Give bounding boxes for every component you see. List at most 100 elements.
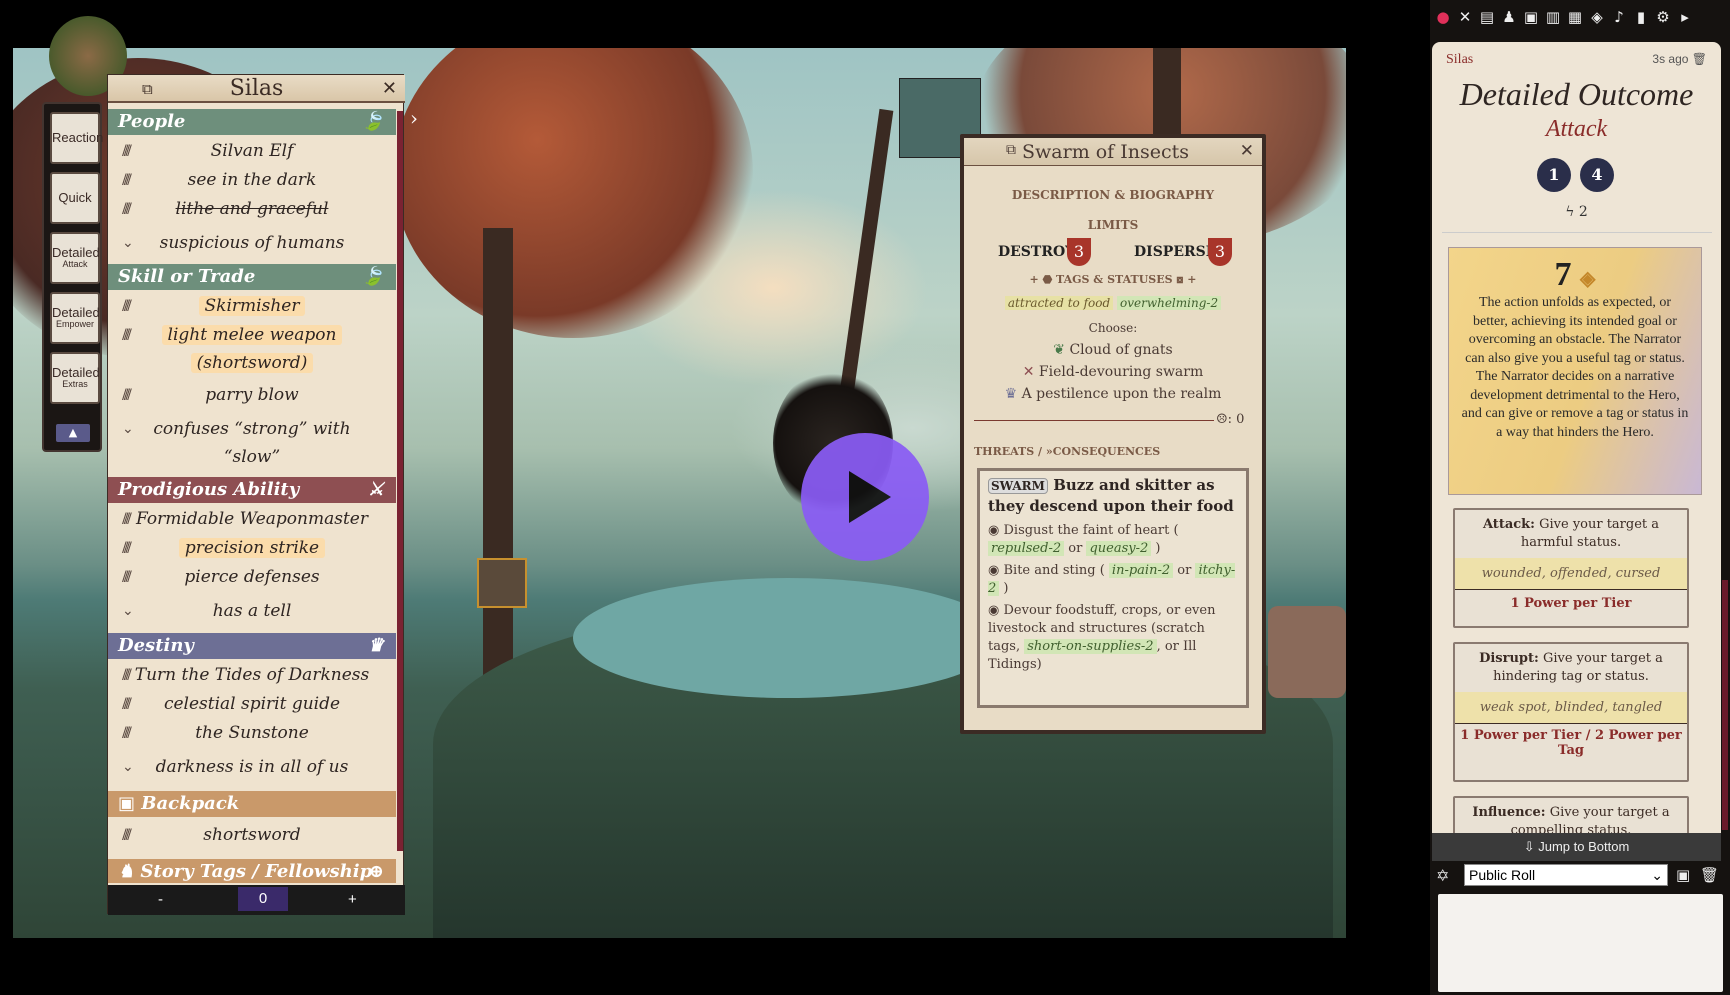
- add-icon[interactable]: ⊕: [369, 859, 384, 885]
- decrement-button[interactable]: -: [158, 891, 163, 908]
- description-header[interactable]: DESCRIPTION & BIOGRAPHY: [964, 188, 1262, 202]
- section-title: Backpack: [141, 793, 240, 814]
- close-icon[interactable]: ✕: [1240, 141, 1254, 161]
- section-skill: Skill or Trade 🍃: [108, 264, 396, 290]
- tag-row[interactable]: //// precision strike: [108, 538, 396, 558]
- play-button[interactable]: [801, 433, 929, 561]
- tag-row[interactable]: //// Silvan Elf: [108, 141, 396, 161]
- actors-tab-icon[interactable]: ♟: [1498, 6, 1520, 28]
- collapse-icon[interactable]: ▸: [1674, 6, 1696, 28]
- bolt-icon: ϟ: [1565, 204, 1579, 220]
- crown-icon[interactable]: ♛: [368, 633, 384, 659]
- tag-marks-icon: ////: [122, 511, 132, 527]
- chat-tab-icon[interactable]: ●: [1432, 6, 1454, 28]
- trash-icon[interactable]: 🗑: [1700, 866, 1719, 884]
- leaf-icon[interactable]: 🍃: [362, 264, 384, 290]
- weakness-row[interactable]: ⌄ confuses “strong” with: [108, 419, 396, 439]
- expand-arrow-icon[interactable]: ›: [410, 106, 418, 130]
- option-text: A pestilence upon the realm: [1021, 386, 1222, 402]
- consequence-row[interactable]: ◉ Bite and sting ( in-pain-2 or itchy-2 …: [980, 560, 1246, 600]
- save-icon[interactable]: ▣: [1676, 866, 1690, 884]
- trash-icon[interactable]: 🗑: [1692, 52, 1707, 66]
- tag-row[interactable]: //// pierce defenses: [108, 567, 396, 587]
- silas-token[interactable]: [477, 558, 527, 608]
- add-status-icon[interactable]: ⧇ +: [1173, 273, 1196, 286]
- map-tab-icon[interactable]: ▤: [1476, 6, 1498, 28]
- sheet-title-bar[interactable]: ⧉ Silas ✕: [108, 75, 405, 103]
- power-row: ϟ 2: [1432, 204, 1721, 220]
- tag-row[interactable]: //// lithe and graceful: [108, 199, 396, 219]
- status-chip[interactable]: short-on-supplies-2: [1024, 639, 1157, 654]
- leaf-icon[interactable]: 🍃: [362, 109, 384, 135]
- close-icon[interactable]: ✕: [382, 75, 397, 103]
- effect-card-attack[interactable]: Attack: Give your target a harmful statu…: [1453, 508, 1689, 628]
- status-chip[interactable]: in-pain-2: [1108, 563, 1174, 578]
- tag-row[interactable]: //// Formidable Weaponmaster: [108, 509, 396, 529]
- status-chip[interactable]: queasy-2: [1086, 541, 1152, 556]
- tag-row[interactable]: //// see in the dark: [108, 170, 396, 190]
- weakness-row[interactable]: ⌄ suspicious of humans: [108, 233, 396, 253]
- tag-row[interactable]: //// light melee weapon: [108, 325, 396, 345]
- tag-row[interactable]: ////Turn the Tides of Darkness: [108, 665, 396, 685]
- roll-mode-icon[interactable]: ✡: [1436, 866, 1449, 885]
- quick-button[interactable]: Quick: [50, 172, 100, 224]
- status-chip[interactable]: overwhelming-2: [1116, 296, 1222, 310]
- tag-text: “slow”: [223, 447, 281, 467]
- option-row[interactable]: ✕ Field-devouring swarm: [964, 364, 1262, 380]
- tag-text: Skirmisher: [198, 296, 306, 316]
- chat-input[interactable]: [1438, 894, 1723, 992]
- tags-header: TAGS & STATUSES: [1056, 273, 1173, 286]
- add-tag-icon[interactable]: + ⬣: [1030, 273, 1056, 286]
- popout-icon[interactable]: ⧉: [142, 75, 153, 103]
- section-title: Prodigious Ability: [118, 479, 300, 500]
- consequence-text: Disgust the faint of heart (: [1003, 523, 1179, 538]
- effect-card-disrupt[interactable]: Disrupt: Give your target a hindering ta…: [1453, 642, 1689, 782]
- detailed-attack-button[interactable]: Detailed Attack: [50, 232, 100, 284]
- collapse-hud-button[interactable]: ▲: [56, 424, 90, 442]
- tag-chip[interactable]: attracted to food: [1004, 296, 1114, 310]
- journal-tab-icon[interactable]: ▥: [1542, 6, 1564, 28]
- combat-tab-icon[interactable]: ✕: [1454, 6, 1476, 28]
- weakness-row[interactable]: ⌄ darkness is in all of us: [108, 757, 396, 777]
- roll-mode-select[interactable]: Public Roll ⌄: [1464, 864, 1668, 886]
- tag-row-continued[interactable]: (shortsword): [108, 353, 396, 373]
- tag-row[interactable]: //// parry blow: [108, 385, 396, 405]
- scrollbar[interactable]: [397, 111, 403, 851]
- threat-header[interactable]: SWARM Buzz and skitter as they descend u…: [980, 471, 1246, 520]
- detailed-empower-button[interactable]: Detailed Empower: [50, 292, 100, 344]
- destroy-limit-badge[interactable]: 3: [1067, 238, 1091, 266]
- compendium-tab-icon[interactable]: ▮: [1630, 6, 1652, 28]
- music-tab-icon[interactable]: ♪: [1608, 6, 1630, 28]
- option-row[interactable]: ♛ A pestilence upon the realm: [964, 386, 1262, 402]
- effect-name: Disrupt:: [1479, 651, 1539, 666]
- tag-row[interactable]: //// Skirmisher: [108, 296, 396, 316]
- tag-row[interactable]: //// shortsword: [108, 825, 396, 845]
- npc-token[interactable]: [1268, 606, 1346, 698]
- tables-tab-icon[interactable]: ▦: [1564, 6, 1586, 28]
- increment-button[interactable]: +: [348, 891, 357, 908]
- reaction-button[interactable]: Reaction: [50, 112, 103, 164]
- detailed-extras-button[interactable]: Detailed Extras: [50, 352, 100, 404]
- status-chip[interactable]: repulsed-2: [988, 541, 1065, 556]
- chevron-up-icon: ▲: [68, 426, 78, 439]
- option-row[interactable]: ❦ Cloud of gnats: [964, 342, 1262, 358]
- npc-title-bar[interactable]: ⧉ Swarm of Insects ✕: [964, 138, 1262, 166]
- consequence-row[interactable]: ◉ Disgust the faint of heart ( repulsed-…: [980, 520, 1246, 560]
- tag-row[interactable]: //// the Sunstone: [108, 723, 396, 743]
- tag-marks-icon: ////: [122, 667, 132, 683]
- tag-row[interactable]: //// celestial spirit guide: [108, 694, 396, 714]
- consequence-row[interactable]: ◉ Devour foodstuff, crops, or even lives…: [980, 600, 1246, 676]
- attack-sub-label: Attack: [62, 259, 88, 270]
- crossed-swords-icon[interactable]: ⚔: [368, 477, 384, 503]
- settings-tab-icon[interactable]: ⚙: [1652, 6, 1674, 28]
- quick-label: Quick: [58, 190, 92, 206]
- weakness-row[interactable]: ⌄ has a tell: [108, 601, 396, 621]
- counter-display[interactable]: ☹: 0: [1216, 412, 1244, 427]
- chat-scrollbar[interactable]: [1722, 580, 1728, 830]
- disperse-limit-badge[interactable]: 3: [1208, 238, 1232, 266]
- popout-icon[interactable]: ⧉: [1006, 142, 1016, 158]
- jump-to-bottom-button[interactable]: ⇩ Jump to Bottom: [1432, 833, 1721, 861]
- items-tab-icon[interactable]: ▣: [1520, 6, 1542, 28]
- cards-tab-icon[interactable]: ◈: [1586, 6, 1608, 28]
- counter-value[interactable]: 0: [238, 887, 288, 911]
